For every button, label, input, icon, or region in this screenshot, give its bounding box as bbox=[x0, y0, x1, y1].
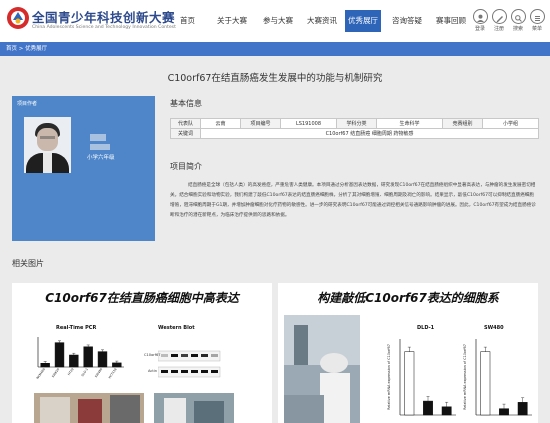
login-button[interactable]: 登录 bbox=[470, 9, 490, 32]
tick-label: SW620 bbox=[51, 367, 60, 378]
keywords-value: C10orf67 结直肠癌 细胞周期 药物敏感 bbox=[200, 128, 539, 139]
gallery-image-1-title: C10orf67在结直肠癌细胞中高表达 bbox=[45, 291, 239, 305]
search-icon bbox=[510, 9, 526, 24]
pcr-bar-chart: NCM460 SW620 HT29 DLD-1 SW480 HCT116 bbox=[35, 337, 124, 380]
register-button[interactable]: 注册 bbox=[489, 9, 509, 32]
brand-subtitle: China Adolescents Science and Technology… bbox=[32, 25, 176, 30]
nav-news[interactable]: 大赛资讯 bbox=[307, 10, 337, 32]
tick-label: DLD-1 bbox=[80, 367, 89, 377]
breadcrumb-text[interactable]: 首页 > 优秀展厅 bbox=[6, 46, 47, 52]
western-blot-image bbox=[158, 350, 221, 378]
nav-review[interactable]: 赛事回顾 bbox=[436, 10, 466, 32]
pen-icon bbox=[491, 9, 507, 24]
author-grade: 小学六年级 bbox=[87, 155, 115, 161]
project-id-value: LS191008 bbox=[280, 118, 337, 129]
page-title: C10orf67在结直肠癌发生发展中的功能与机制研究 bbox=[167, 73, 383, 84]
table-row: 代表队 云南 项目编号 LS191008 学科分类 生命科学 竞赛组别 小学组 bbox=[170, 118, 539, 129]
register-label: 注册 bbox=[493, 26, 504, 32]
discipline-label: 学科分类 bbox=[336, 118, 377, 129]
tick-label: SW480 bbox=[94, 367, 103, 378]
bar bbox=[404, 351, 415, 416]
tick-label: HCT116 bbox=[108, 367, 118, 379]
menu-label: 菜单 bbox=[531, 26, 542, 32]
y-axis-label: Relative mRNA expression of C10orf67 bbox=[463, 344, 467, 410]
bar bbox=[54, 342, 65, 368]
group-label: 竞赛组别 bbox=[442, 118, 483, 129]
menu-icon bbox=[529, 9, 545, 24]
basic-info-heading: 基本信息 bbox=[170, 99, 202, 108]
nav-participate[interactable]: 参与大赛 bbox=[263, 10, 293, 32]
project-id-label: 项目编号 bbox=[240, 118, 281, 129]
avatar bbox=[24, 117, 71, 173]
western-blot-label: Western Blot bbox=[158, 325, 195, 331]
bar bbox=[97, 351, 108, 368]
nav-home[interactable]: 首页 bbox=[180, 10, 195, 32]
wb-control-label: Actin bbox=[148, 369, 158, 373]
gallery-image-1[interactable]: C10orf67在结直肠癌细胞中高表达 Real-Time PCR Wester… bbox=[12, 283, 272, 423]
nav-faq[interactable]: 咨询答疑 bbox=[392, 10, 422, 32]
menu-button[interactable]: 菜单 bbox=[527, 9, 547, 32]
bar bbox=[112, 362, 122, 368]
lab-photo bbox=[34, 393, 144, 423]
bar bbox=[499, 408, 509, 416]
tick-label: HT29 bbox=[67, 367, 75, 376]
project-summary: 结直肠癌是全球（包括人类）的高发癌症，严重危害人类健康。本项目通过分析基因表达数… bbox=[170, 183, 536, 218]
author-card-label: 项目作者 bbox=[17, 101, 38, 107]
wb-target-label: C10orf67 bbox=[144, 353, 161, 357]
bar bbox=[83, 346, 93, 368]
login-label: 登录 bbox=[474, 26, 485, 32]
lab-photo-2 bbox=[154, 393, 234, 423]
keywords-label: 关键词 bbox=[170, 128, 201, 139]
group-value: 小学组 bbox=[482, 118, 539, 129]
lab-photo-3 bbox=[284, 315, 360, 423]
tick-label: NCM460 bbox=[35, 367, 46, 380]
gallery-heading: 相关图片 bbox=[12, 259, 44, 268]
breadcrumb: 首页 > 优秀展厅 bbox=[0, 42, 550, 56]
summary-heading: 项目简介 bbox=[170, 162, 202, 171]
author-name-blurred bbox=[90, 134, 106, 141]
bar bbox=[40, 363, 50, 368]
cell-line-1-label: DLD-1 bbox=[417, 325, 435, 331]
basic-info-table: 代表队 云南 项目编号 LS191008 学科分类 生命科学 竞赛组别 小学组 … bbox=[170, 118, 539, 139]
team-label: 代表队 bbox=[170, 118, 201, 129]
bar bbox=[69, 354, 79, 368]
knockdown-chart-sw480: Relative mRNA expression of C10orf67 bbox=[463, 339, 532, 416]
contest-logo[interactable] bbox=[6, 6, 30, 30]
search-button[interactable]: 搜索 bbox=[508, 9, 528, 32]
table-row: 关键词 C10orf67 结直肠癌 细胞周期 药物敏感 bbox=[170, 128, 539, 139]
nav-showcase[interactable]: 优秀展厅 bbox=[345, 10, 381, 32]
team-value: 云南 bbox=[200, 118, 241, 129]
pcr-label: Real-Time PCR bbox=[56, 325, 97, 331]
bar bbox=[517, 402, 528, 416]
bar bbox=[423, 400, 433, 416]
cell-line-2-label: SW480 bbox=[484, 325, 504, 331]
brand-title[interactable]: 全国青少年科技创新大赛 bbox=[32, 7, 175, 26]
search-label: 搜索 bbox=[512, 26, 523, 32]
bar bbox=[480, 351, 491, 416]
discipline-value: 生命科学 bbox=[376, 118, 443, 129]
user-icon bbox=[472, 9, 488, 24]
gallery-image-2[interactable]: 构建敲低C10orf67表达的细胞系 DLD-1 SW480 Relative … bbox=[278, 283, 538, 423]
gallery-image-2-title: 构建敲低C10orf67表达的细胞系 bbox=[317, 291, 499, 305]
author-school-blurred bbox=[90, 144, 110, 150]
nav-about[interactable]: 关于大赛 bbox=[217, 10, 247, 32]
site-header: 全国青少年科技创新大赛 China Adolescents Science an… bbox=[0, 0, 550, 42]
y-axis-label: Relative mRNA expression of C10orf67 bbox=[387, 344, 391, 410]
bar bbox=[441, 406, 452, 416]
author-card: 项目作者 小学六年级 bbox=[12, 96, 155, 241]
knockdown-chart-dld1: Relative mRNA expression of C10orf67 bbox=[387, 339, 456, 416]
